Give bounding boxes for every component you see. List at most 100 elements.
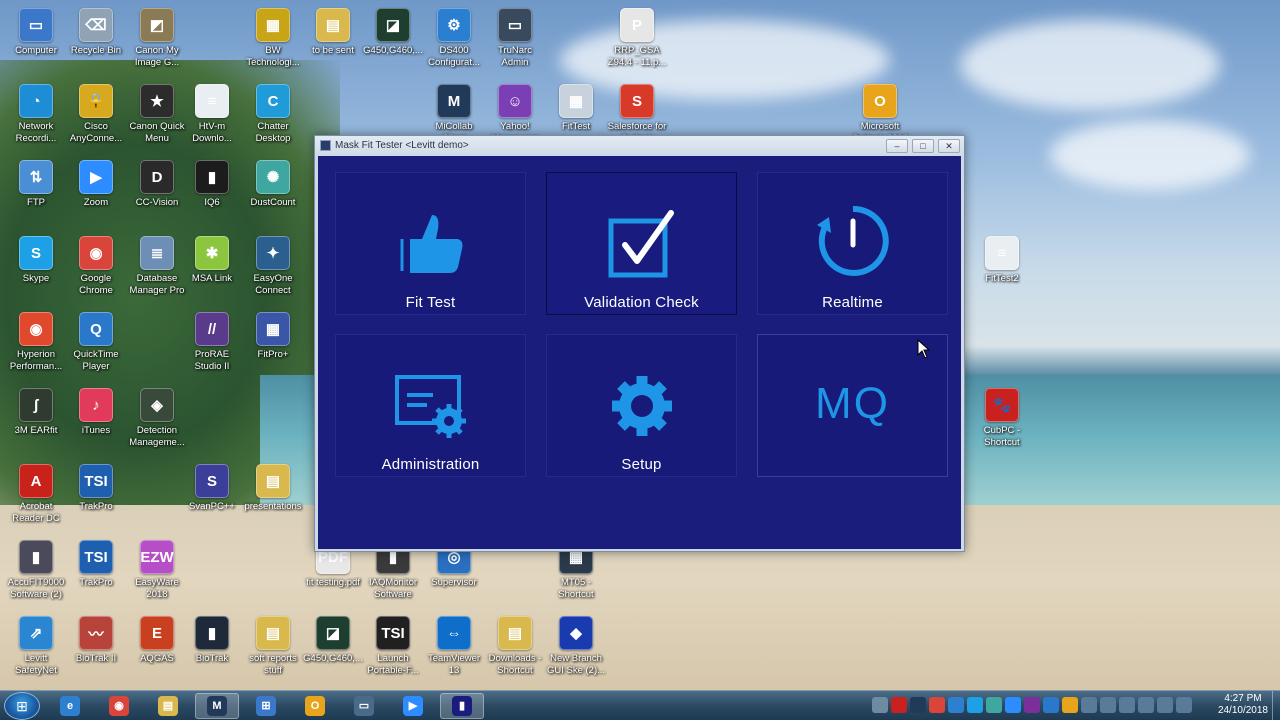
taskbar-mask-fit-tester-button[interactable]: ▮: [440, 693, 484, 719]
tray-app-icon[interactable]: [1062, 697, 1078, 713]
desktop-icon-label: presentations: [244, 501, 302, 512]
desktop-icon-label: DustCount: [250, 197, 296, 208]
tray-app-icon[interactable]: [929, 697, 945, 713]
realtime-label: Realtime: [822, 294, 883, 311]
desktop-icon-image: ✦: [256, 236, 290, 270]
taskbar-micollab-button[interactable]: M: [195, 693, 239, 719]
taskbar-explorer-button[interactable]: ▤: [146, 693, 190, 719]
desktop-icon[interactable]: ✦ EasyOne Connect: [237, 236, 309, 297]
start-button[interactable]: ⊞: [4, 692, 40, 720]
tray-app-icon[interactable]: [1043, 697, 1059, 713]
thumbs-up-icon: [400, 215, 462, 273]
fit-test-tile[interactable]: Fit Test: [335, 172, 526, 315]
desktop-icon[interactable]: ▦ FitPro+: [237, 312, 309, 361]
desktop-icon-label: FitPro+: [257, 349, 289, 360]
desktop-icon-label: CubPC - Shortcut: [983, 425, 1021, 448]
desktop-icon-image: ◔: [19, 84, 53, 118]
desktop-icon[interactable]: ◈ Detection Manageme...: [121, 388, 193, 449]
taskbar-chrome-button[interactable]: ◉: [97, 693, 141, 719]
administration-tile[interactable]: Administration: [335, 334, 526, 477]
desktop-icon-image: ▤: [498, 616, 532, 650]
desktop-icon[interactable]: P RRP_GSA Z94.4 - 11.p...: [601, 8, 673, 69]
desktop-icon[interactable]: ▭ TruNarc Admin: [479, 8, 551, 69]
menu-grid: Fit Test Validation Check Realtime Admin…: [318, 156, 961, 549]
tray-chevron-icon[interactable]: [872, 697, 888, 713]
desktop-icon[interactable]: ✺ DustCount: [237, 160, 309, 209]
show-desktop-button[interactable]: [1272, 691, 1280, 720]
volume-icon[interactable]: [1138, 697, 1154, 713]
title-bar[interactable]: Mask Fit Tester <Levitt demo> – □ ✕: [315, 136, 964, 156]
validation-check-tile[interactable]: Validation Check: [546, 172, 737, 315]
tray-app-icon[interactable]: [967, 697, 983, 713]
desktop-icon-image: ▦: [256, 312, 290, 346]
desktop-icon-image: ◆: [559, 616, 593, 650]
desktop-icon[interactable]: ◆ New Branch GUI Ske (2)...: [540, 616, 612, 677]
desktop-icon[interactable]: TSI TrakPro: [60, 464, 132, 513]
desktop-icon[interactable]: EZW EasyWare 2018: [121, 540, 193, 601]
tray-app-icon[interactable]: [1081, 697, 1097, 713]
tray-app-icon[interactable]: [1100, 697, 1116, 713]
maximize-button[interactable]: □: [912, 139, 934, 153]
desktop-icon-image: E: [140, 616, 174, 650]
desktop-icon[interactable]: Q QuickTime Player: [60, 312, 132, 373]
desktop-icon-image: 🔒: [79, 84, 113, 118]
desktop-icon-image: ⚙: [437, 8, 471, 42]
desktop-icon[interactable]: ≡ FitTest2: [966, 236, 1038, 285]
desktop-icon-image: ▭: [498, 8, 532, 42]
desktop-icon-image: ▤: [316, 8, 350, 42]
tray-app-icon[interactable]: [948, 697, 964, 713]
desktop-icon-image: ◪: [316, 616, 350, 650]
desktop-icon-label: New Branch GUI Ske (2)...: [546, 653, 606, 676]
taskbar-screen-app-button[interactable]: ▭: [342, 693, 386, 719]
desktop-icon-image: TSI: [79, 540, 113, 574]
tray-app-icon[interactable]: [910, 697, 926, 713]
desktop-icon-image: //: [195, 312, 229, 346]
close-button[interactable]: ✕: [938, 139, 960, 153]
cloud: [960, 20, 1220, 110]
desktop-icon-image: ▦: [256, 8, 290, 42]
desktop-icon-label: MT05 - Shortcut: [558, 577, 594, 600]
desktop-icon-label: Detection Manageme...: [129, 425, 185, 448]
desktop-icon-image: ▦: [559, 84, 593, 118]
fit-test-label: Fit Test: [405, 294, 456, 311]
taskbar-network-app-button[interactable]: ⊞: [244, 693, 288, 719]
clock-time: 4:27 PM: [1224, 693, 1262, 704]
desktop-icon[interactable]: C Chatter Desktop: [237, 84, 309, 145]
desktop-icon-image: ☺: [498, 84, 532, 118]
screen-app-icon: ▭: [354, 696, 374, 716]
taskbar-internet-explorer-button[interactable]: e: [48, 693, 92, 719]
desktop-icon-image: A: [19, 464, 53, 498]
micollab-icon: M: [207, 696, 227, 716]
timer-icon: [816, 205, 889, 276]
desktop-icon[interactable]: 🐾 CubPC - Shortcut: [966, 388, 1038, 449]
desktop-icon-image: S: [195, 464, 229, 498]
power-icon[interactable]: [1157, 697, 1173, 713]
taskbar-clock[interactable]: 4:27 PM 24/10/2018: [1218, 693, 1268, 717]
taskbar-zoom-button[interactable]: ▶: [391, 693, 435, 719]
minimize-button[interactable]: –: [886, 139, 908, 153]
desktop-icon[interactable]: ◩ Canon My Image G...: [121, 8, 193, 69]
desktop-icon-image: ★: [140, 84, 174, 118]
desktop-icon-image: ▶: [79, 160, 113, 194]
desktop-icon-label: Canon My Image G...: [134, 45, 180, 68]
desktop-icon-image: ◪: [376, 8, 410, 42]
network-icon[interactable]: [1119, 697, 1135, 713]
desktop-icon-image: ʃ: [19, 388, 53, 422]
desktop-icon[interactable]: ▤ presentations: [237, 464, 309, 513]
tray-app-icon[interactable]: [891, 697, 907, 713]
desktop-icon-image: ≡: [985, 236, 1019, 270]
desktop-icon-image: ◉: [79, 236, 113, 270]
tray-app-icon[interactable]: [1005, 697, 1021, 713]
desktop-icon-image: ⇔: [437, 616, 471, 650]
taskbar-outlook-button[interactable]: O: [293, 693, 337, 719]
signal-icon[interactable]: [1176, 697, 1192, 713]
realtime-tile[interactable]: Realtime: [757, 172, 948, 315]
desktop-icon-image: ⌫: [79, 8, 113, 42]
desktop-icon-label: QuickTime Player: [73, 349, 119, 372]
tray-app-icon[interactable]: [986, 697, 1002, 713]
desktop-icon-image: ≣: [140, 236, 174, 270]
desktop-icon-image: ◈: [140, 388, 174, 422]
desktop-icon-image: ◩: [140, 8, 174, 42]
tray-app-icon[interactable]: [1024, 697, 1040, 713]
setup-tile[interactable]: Setup: [546, 334, 737, 477]
